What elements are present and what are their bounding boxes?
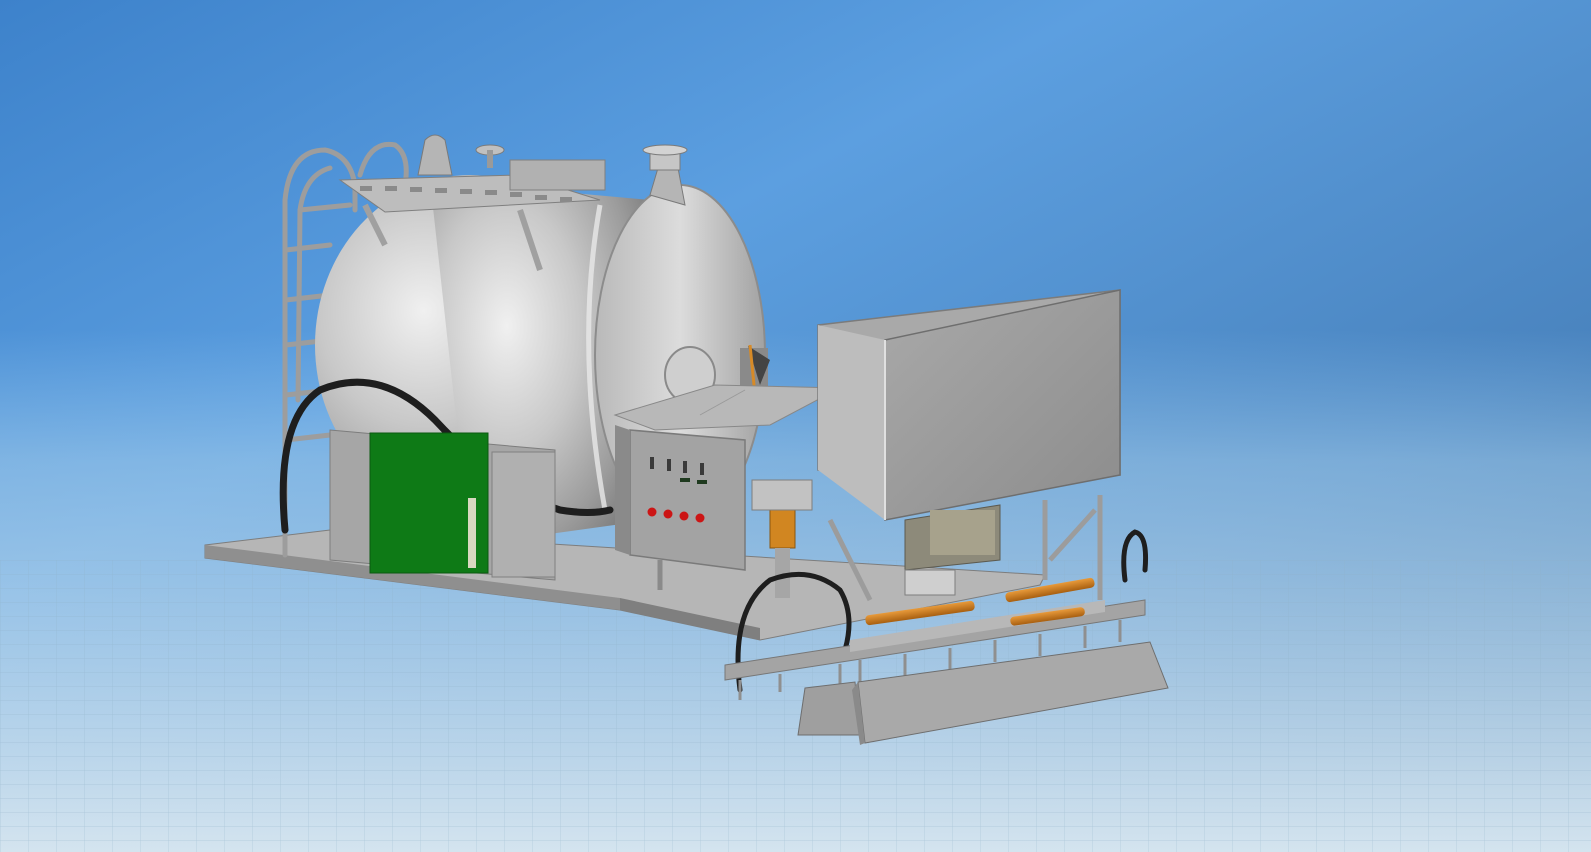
tank-trailer-3d-model[interactable] [0,0,1591,852]
vent-pipe[interactable] [642,144,688,171]
pump-housing[interactable] [329,429,556,581]
3d-model-viewport[interactable] [0,0,1591,852]
